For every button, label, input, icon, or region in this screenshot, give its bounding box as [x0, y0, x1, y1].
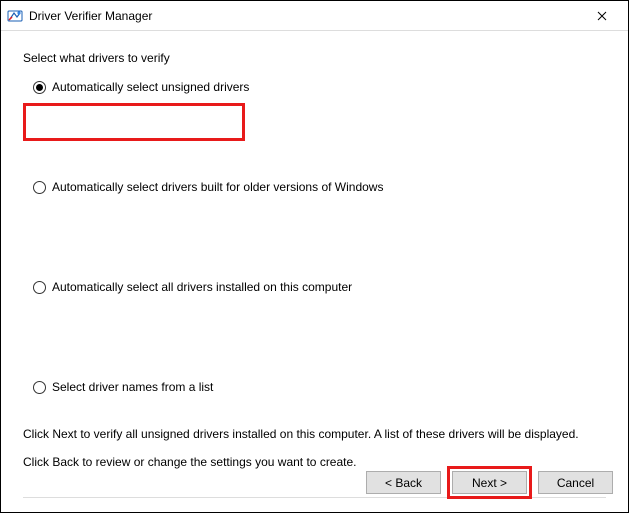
close-button[interactable] [582, 2, 622, 30]
radio-icon [33, 381, 46, 394]
highlight-annotation-next: Next > [447, 466, 532, 499]
radio-label: Automatically select drivers built for o… [52, 180, 383, 194]
radio-label: Select driver names from a list [52, 380, 213, 394]
button-label: Cancel [557, 476, 594, 490]
button-label: < Back [385, 476, 422, 490]
button-label: Next > [472, 476, 507, 490]
titlebar: Driver Verifier Manager [1, 1, 628, 31]
next-button[interactable]: Next > [452, 471, 527, 494]
radio-label: Automatically select all drivers install… [52, 280, 352, 294]
info-line-1: Click Next to verify all unsigned driver… [23, 425, 606, 443]
radio-all-drivers[interactable]: Automatically select all drivers install… [33, 277, 596, 297]
radio-icon [33, 81, 46, 94]
window-title: Driver Verifier Manager [29, 9, 582, 23]
radio-group: Automatically select unsigned drivers Au… [23, 77, 606, 397]
radio-older-windows[interactable]: Automatically select drivers built for o… [33, 177, 596, 197]
back-button[interactable]: < Back [366, 471, 441, 494]
content-area: Select what drivers to verify Automatica… [1, 31, 628, 498]
radio-icon [33, 281, 46, 294]
radio-icon [33, 181, 46, 194]
radio-unsigned-drivers[interactable]: Automatically select unsigned drivers [33, 77, 596, 97]
radio-label: Automatically select unsigned drivers [52, 80, 249, 94]
button-bar: < Back Next > Cancel [366, 466, 613, 499]
app-icon [7, 8, 23, 24]
cancel-button[interactable]: Cancel [538, 471, 613, 494]
radio-from-list[interactable]: Select driver names from a list [33, 377, 596, 397]
section-label: Select what drivers to verify [23, 51, 606, 65]
close-icon [597, 11, 607, 21]
